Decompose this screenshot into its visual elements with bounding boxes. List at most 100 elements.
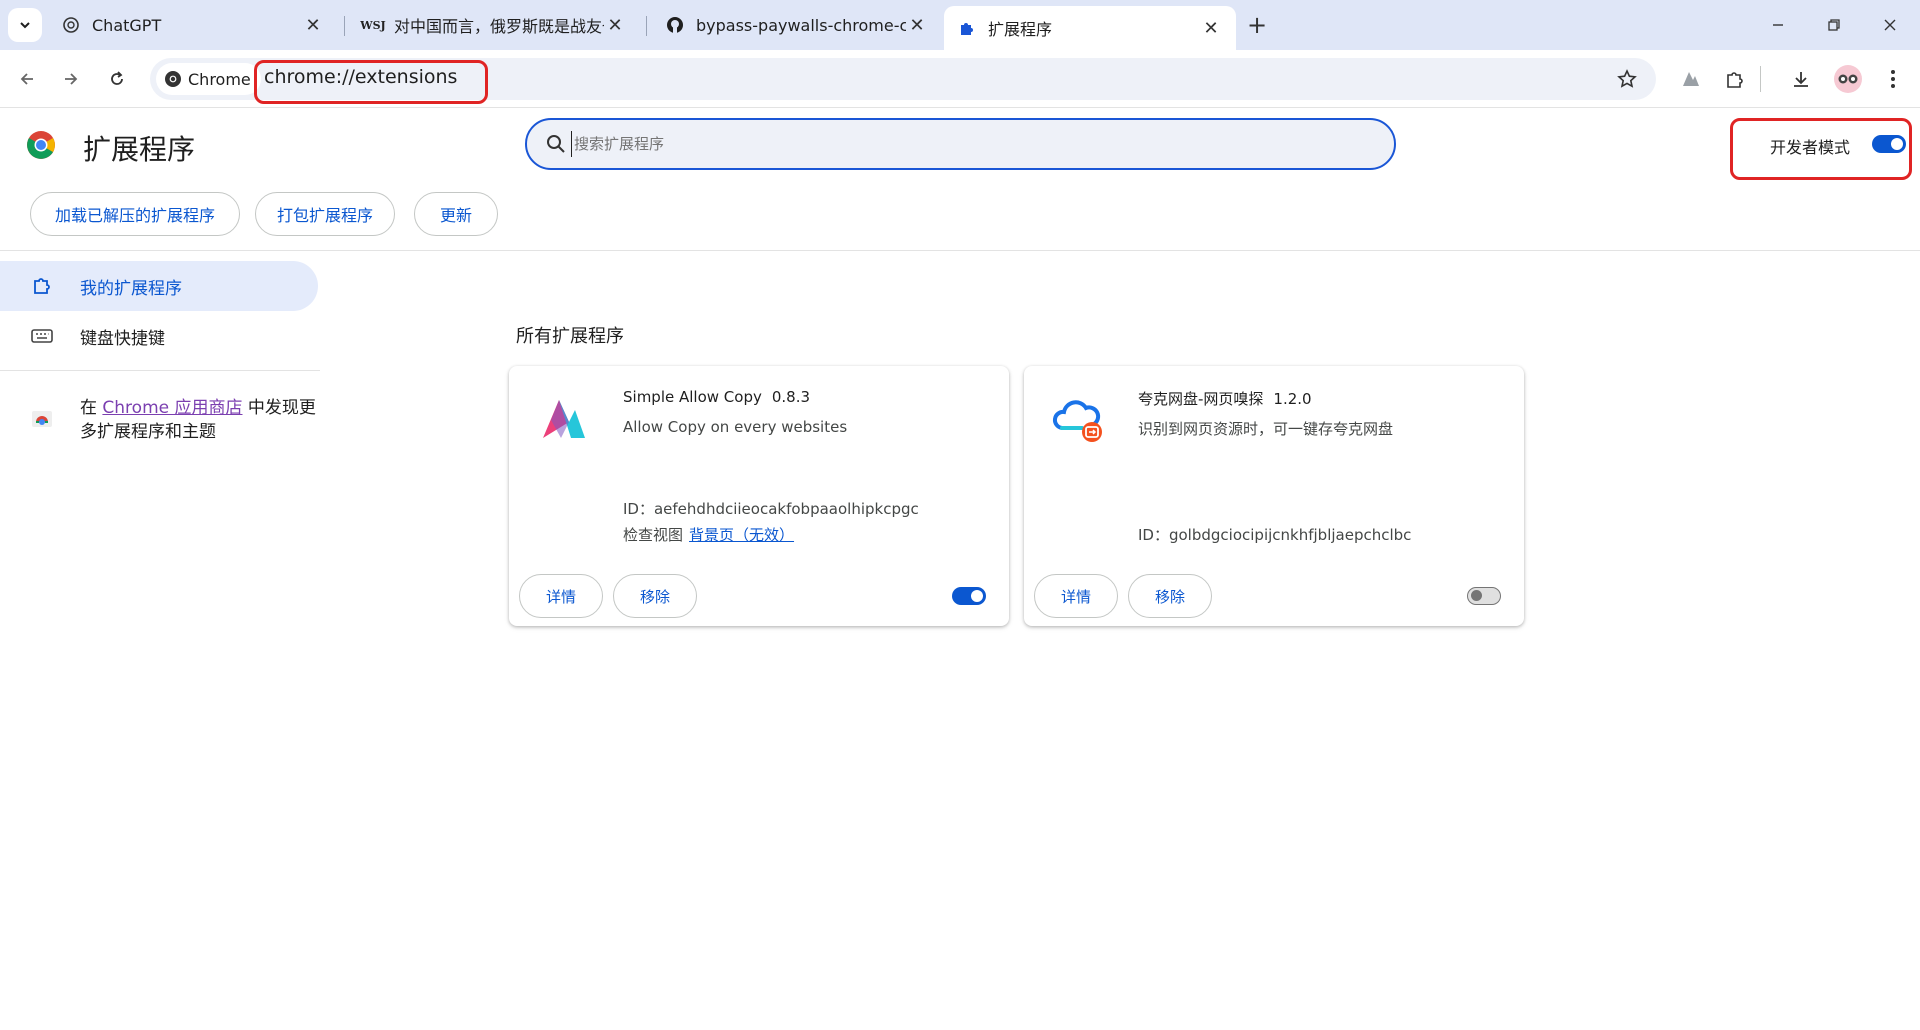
sidebar-item-keyboard-shortcuts[interactable]: 键盘快捷键: [0, 311, 318, 361]
kebab-menu-icon: [1891, 70, 1895, 88]
arrow-left-icon: [20, 73, 33, 85]
pack-extension-button[interactable]: 打包扩展程序: [255, 192, 395, 236]
chevron-down-icon: [20, 22, 30, 29]
remove-button[interactable]: 移除: [1128, 574, 1212, 618]
back-button[interactable]: [12, 64, 42, 94]
toggle-knob: [1891, 138, 1903, 150]
tab-title: bypass-paywalls-chrome-clea: [696, 15, 906, 35]
tab-separator: [344, 16, 345, 36]
id-value: golbdgciocipijcnkhfjbljaepchclbc: [1168, 526, 1412, 544]
extension-id: ID：golbdgciocipijcnkhfjbljaepchclbc: [1138, 524, 1411, 545]
extension-id: ID：aefehdhdciieocakfobpaaolhipkcpgc: [623, 498, 919, 519]
tab-strip: ChatGPT ✕ WSJ 对中国而言，俄罗斯既是战友也 ✕ bypass-pa…: [0, 0, 1920, 50]
details-button[interactable]: 详情: [519, 574, 603, 618]
tab-title: 对中国而言，俄罗斯既是战友也: [394, 17, 604, 36]
allow-copy-logo-icon: [1683, 72, 1699, 86]
id-label: ID：: [623, 500, 654, 518]
extension-name-text: 夸克网盘-网页嗅探: [1138, 390, 1264, 408]
dev-mode-toggle[interactable]: [1872, 135, 1906, 153]
bookmark-star-button[interactable]: [1612, 64, 1642, 94]
remove-button[interactable]: 移除: [613, 574, 697, 618]
tab-extensions[interactable]: 扩展程序 ✕: [944, 6, 1236, 50]
search-icon: [547, 135, 565, 153]
id-label: ID：: [1138, 526, 1169, 544]
header-divider: [0, 250, 1920, 251]
chip-label: Chrome: [188, 69, 251, 89]
downloads-button[interactable]: [1786, 64, 1816, 94]
chrome-logo-icon: [27, 131, 55, 159]
section-title: 所有扩展程序: [516, 326, 624, 347]
puzzle-icon: [958, 19, 976, 37]
arrow-right-icon: [65, 73, 78, 85]
background-page-link[interactable]: 背景页（无效）: [689, 526, 794, 544]
github-icon: [666, 16, 684, 34]
load-unpacked-button[interactable]: 加载已解压的扩展程序: [30, 192, 240, 236]
chrome-icon: [165, 71, 181, 87]
close-icon[interactable]: ✕: [604, 14, 626, 36]
web-store-link[interactable]: Chrome 应用商店: [102, 398, 242, 418]
tab-github[interactable]: bypass-paywalls-chrome-clea ✕: [652, 6, 942, 44]
extension-description: 识别到网页资源时，可一键存夸克网盘: [1138, 420, 1394, 438]
restore-icon: [1828, 19, 1840, 31]
web-store-icon: [32, 411, 52, 427]
extension-card-simple-allow-copy: Simple Allow Copy 0.8.3 Allow Copy on eve…: [509, 366, 1009, 626]
extension-outline-icon: [30, 274, 54, 298]
sidebar-item-my-extensions[interactable]: 我的扩展程序: [0, 261, 318, 311]
allow-copy-logo-icon: [543, 400, 585, 438]
keyboard-icon: [30, 324, 54, 348]
extension-description: Allow Copy on every websites: [623, 418, 848, 436]
close-icon[interactable]: ✕: [906, 14, 928, 36]
close-icon: [1884, 19, 1896, 31]
toggle-knob: [1471, 590, 1482, 601]
restore-button[interactable]: [1806, 0, 1862, 50]
tab-separator: [646, 16, 647, 36]
reload-button[interactable]: [102, 64, 132, 94]
minimize-button[interactable]: [1750, 0, 1806, 50]
sidebar-item-label: 键盘快捷键: [80, 328, 165, 349]
star-icon: [1617, 69, 1637, 88]
inspect-label: 检查视图: [623, 526, 684, 544]
tab-search-button[interactable]: [8, 8, 42, 42]
extension-card-quark: 夸克网盘-网页嗅探 1.2.0 识别到网页资源时，可一键存夸克网盘 ID：golb…: [1024, 366, 1524, 626]
tab-chatgpt[interactable]: ChatGPT ✕: [48, 6, 338, 44]
tab-wsj[interactable]: WSJ 对中国而言，俄罗斯既是战友也 ✕: [350, 6, 640, 44]
quark-cloud-icon: [1052, 400, 1102, 442]
allow-copy-extension-button[interactable]: [1676, 64, 1706, 94]
page-title: 扩展程序: [83, 133, 196, 166]
url-annotation-highlight: [254, 60, 488, 104]
close-icon[interactable]: ✕: [302, 14, 324, 36]
details-button[interactable]: 详情: [1034, 574, 1118, 618]
tab-title: ChatGPT: [92, 15, 162, 35]
minimize-icon: [1773, 24, 1783, 26]
extensions-menu-button[interactable]: [1720, 64, 1750, 94]
wsj-icon: WSJ: [360, 18, 386, 32]
dev-mode-label: 开发者模式: [1770, 138, 1851, 157]
extension-enable-toggle[interactable]: [952, 587, 986, 605]
avatar[interactable]: [1834, 65, 1862, 93]
chrome-menu-button[interactable]: [1878, 64, 1908, 94]
sidebar-item-label: 我的扩展程序: [80, 278, 182, 299]
puzzle-icon: [1727, 72, 1743, 88]
inspect-views: 检查视图 背景页（无效）: [623, 524, 794, 545]
extension-name: 夸克网盘-网页嗅探 1.2.0: [1138, 388, 1312, 409]
extension-search-bar[interactable]: [525, 118, 1396, 170]
update-button[interactable]: 更新: [414, 192, 498, 236]
search-input[interactable]: [571, 131, 1351, 157]
chatgpt-icon: [62, 16, 80, 34]
new-tab-button[interactable]: +: [1242, 10, 1272, 40]
store-prefix: 在: [80, 398, 97, 418]
extension-enable-toggle[interactable]: [1467, 587, 1501, 605]
sidebar-divider: [0, 370, 320, 371]
extension-version: 1.2.0: [1273, 390, 1312, 408]
download-icon: [1794, 72, 1808, 87]
forward-button[interactable]: [56, 64, 86, 94]
close-icon[interactable]: ✕: [1200, 17, 1222, 39]
close-window-button[interactable]: [1862, 0, 1918, 50]
extension-name: Simple Allow Copy 0.8.3: [623, 388, 810, 406]
extension-name-text: Simple Allow Copy: [623, 388, 762, 406]
site-info-chip[interactable]: Chrome: [156, 63, 261, 95]
profile-glasses-icon: [1838, 74, 1858, 84]
toggle-knob: [971, 590, 983, 602]
extension-version: 0.8.3: [771, 388, 811, 406]
reload-icon: [111, 71, 123, 85]
